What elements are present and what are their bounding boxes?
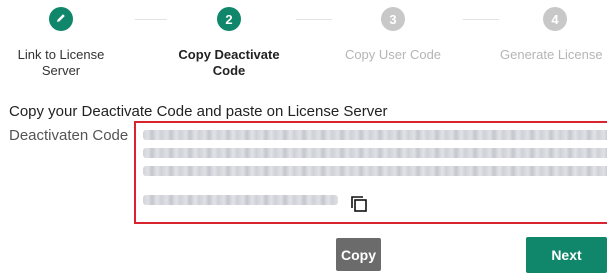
copy-button[interactable]: Copy: [336, 238, 381, 271]
instruction-text: Copy your Deactivate Code and paste on L…: [9, 103, 388, 120]
next-button[interactable]: Next: [526, 237, 607, 273]
pencil-icon: [55, 12, 67, 27]
step-3-label: Copy User Code: [344, 47, 442, 62]
step-2-label: Copy Deactivate Code: [178, 47, 280, 78]
step-1-label: Link to License Server: [17, 47, 105, 78]
step-connector-1: [135, 19, 167, 20]
step-3-number: 3: [389, 11, 397, 27]
deactivate-code-label: Deactivaten Code: [9, 127, 129, 144]
step-connector-3: [463, 19, 499, 20]
step-4-circle: 4: [543, 7, 567, 31]
step-2-circle: 2: [217, 7, 241, 31]
obscured-code-line: [143, 166, 607, 176]
step-4-label: Generate License: [500, 47, 603, 62]
obscured-code-line: [143, 148, 607, 158]
step-1-circle: [49, 7, 73, 31]
deactivate-code-field[interactable]: [134, 121, 607, 224]
step-4-number: 4: [551, 11, 559, 27]
obscured-code-line: [143, 195, 338, 205]
license-wizard: Link to License Server 2 Copy Deactivate…: [0, 0, 607, 273]
step-2-number: 2: [225, 11, 233, 27]
step-3-circle: 3: [381, 7, 405, 31]
step-connector-2: [296, 19, 332, 20]
obscured-code-line: [143, 130, 607, 140]
copy-icon[interactable]: [350, 195, 368, 213]
